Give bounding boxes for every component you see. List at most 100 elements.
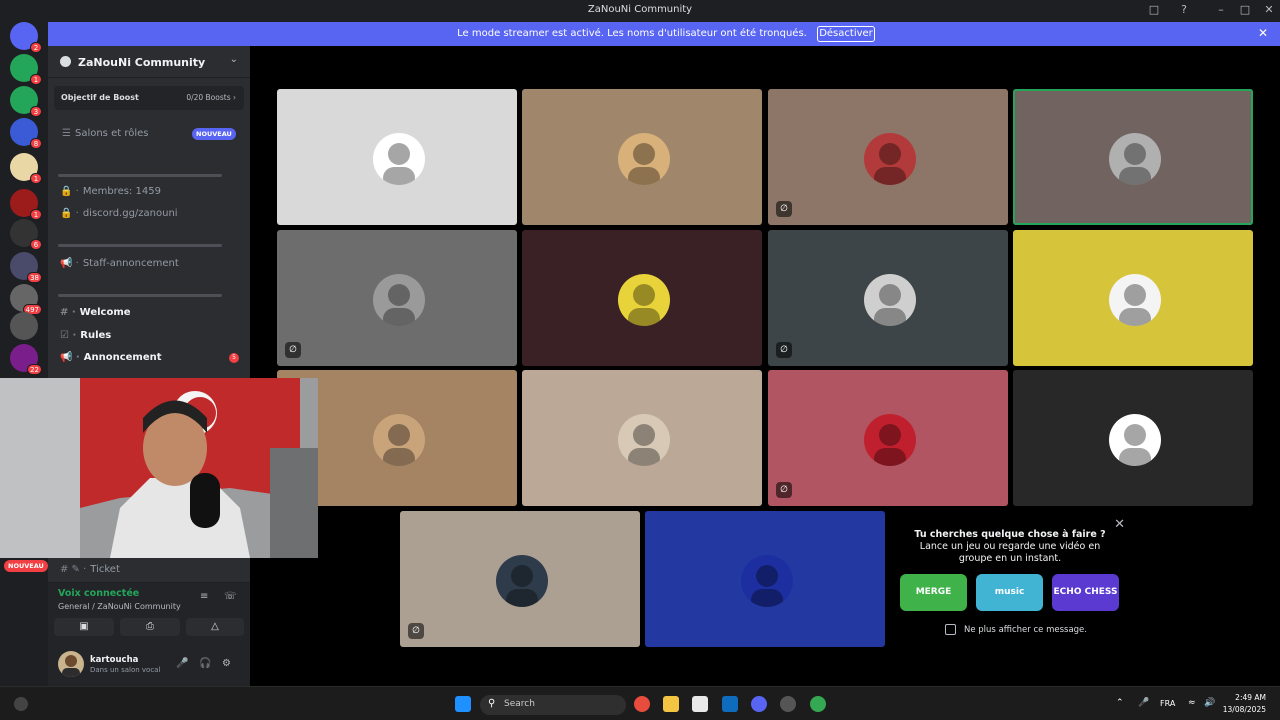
banner-close-icon[interactable]: ✕ — [1258, 26, 1268, 40]
file-explorer-icon[interactable] — [663, 696, 679, 712]
participant-tile[interactable] — [277, 89, 517, 225]
participant-avatar — [1109, 274, 1161, 326]
channel-announcement[interactable]: 📢 · Annoncement — [60, 352, 162, 363]
server-icon[interactable]: 1 — [10, 189, 42, 220]
microphone-icon[interactable]: 🎤 — [1138, 698, 1149, 708]
date: 13/08/2025 — [1222, 705, 1266, 714]
chevron-up-icon[interactable]: ⌃ — [1116, 698, 1124, 708]
server-icon[interactable]: 38 — [10, 252, 42, 283]
wifi-icon[interactable]: ≈ — [1188, 698, 1196, 708]
activity-card-music[interactable]: music — [976, 574, 1043, 611]
participant-avatar — [496, 555, 548, 607]
webcam-overlay — [0, 378, 318, 558]
server-icon[interactable]: 6 — [10, 219, 42, 250]
participant-tile[interactable] — [522, 370, 762, 506]
outlook-icon[interactable] — [722, 696, 738, 712]
participant-tile[interactable]: ∅ — [768, 89, 1008, 225]
server-badge: 1 — [30, 74, 42, 85]
volume-icon[interactable]: 🔊 — [1204, 698, 1215, 708]
activity-line1: Tu cherches quelque chose à faire ? — [914, 529, 1106, 540]
participant-tile[interactable] — [522, 89, 762, 225]
search-icon: ⚲ — [488, 698, 496, 709]
microphone-icon[interactable]: 🎤 — [176, 658, 188, 669]
boost-goal[interactable]: Objectif de Boost 0/20 Boosts › — [54, 86, 244, 110]
language-indicator[interactable]: FRA — [1160, 699, 1175, 708]
avatar[interactable] — [58, 651, 84, 677]
minimize-button[interactable]: – — [1213, 3, 1229, 16]
app-icon[interactable] — [780, 696, 796, 712]
inbox-icon[interactable]: □ — [1146, 3, 1162, 16]
taskbar-search[interactable]: ⚲ Search — [480, 695, 626, 715]
participant-avatar — [373, 274, 425, 326]
chevron-down-icon[interactable]: ⌄ — [230, 54, 238, 65]
taskbar-clock[interactable]: 2:49 AM 13/08/2025 — [1223, 692, 1266, 716]
disconnect-icon[interactable]: ☏ — [224, 591, 237, 602]
server-icon[interactable]: 8 — [10, 118, 42, 149]
server-badge: 6 — [30, 239, 42, 250]
participant-avatar — [618, 414, 670, 466]
close-button[interactable]: ✕ — [1261, 3, 1277, 16]
channel-rules[interactable]: ☑ · Rules — [60, 330, 111, 341]
channel-invite[interactable]: 🔒 · discord.gg/zanouni — [60, 208, 178, 219]
participant-tile[interactable] — [1013, 370, 1253, 506]
channels-roles-item[interactable]: ☰ Salons et rôles — [62, 128, 148, 139]
activity-card-echo-chess[interactable]: ECHO CHESS — [1052, 574, 1119, 611]
chrome-alt-icon[interactable] — [810, 696, 826, 712]
server-icon[interactable]: 3 — [10, 86, 42, 117]
share-screen-button[interactable]: ⎙ — [120, 618, 180, 636]
participant-tile[interactable] — [522, 230, 762, 366]
chrome-icon[interactable] — [634, 696, 650, 712]
participant-tile[interactable]: ∅ — [768, 370, 1008, 506]
participant-tile[interactable]: ∅ — [768, 230, 1008, 366]
server-logo-icon — [60, 56, 71, 67]
server-icon[interactable]: 22 — [10, 344, 42, 375]
participant-tile[interactable]: ∅ — [277, 230, 517, 366]
megaphone-icon: 📢 · — [60, 352, 80, 363]
start-icon[interactable] — [455, 696, 471, 712]
welcome-label: Welcome — [79, 307, 131, 318]
store-icon[interactable] — [692, 696, 708, 712]
voice-stage: ∅ ∅ ∅ ∅ ∅ ✕ Tu cherches quelque chose à fair… — [250, 46, 1280, 686]
activity-line2: Lance un jeu ou regarde une vidéo en gro… — [919, 541, 1101, 564]
voice-activity-icon[interactable]: ≡ — [200, 591, 208, 602]
channel-sidebar: ZaNouNi Community ⌄ Objectif de Boost 0/… — [48, 46, 250, 686]
headphones-icon[interactable]: 🎧 — [199, 658, 211, 669]
server-icon[interactable] — [10, 312, 38, 340]
new-badge: NOUVEAU — [192, 128, 236, 140]
camera-off-button[interactable]: ▣ — [54, 618, 114, 636]
participant-tile[interactable]: ∅ — [400, 511, 640, 647]
announcement-label: Annoncement — [83, 352, 162, 363]
ticket-label: Ticket — [90, 564, 120, 575]
server-badge: 3 — [30, 106, 42, 117]
voice-connection-panel: Voix connectée General / ZaNouNi Communi… — [48, 582, 250, 646]
participant-tile[interactable] — [1013, 89, 1253, 225]
channel-staff-announcement[interactable]: 📢 · Staff-annoncement — [60, 258, 179, 269]
server-icon[interactable]: 1 — [10, 54, 42, 85]
server-icon[interactable]: 497 — [10, 284, 42, 315]
help-icon[interactable]: ? — [1176, 3, 1192, 16]
widgets-icon[interactable] — [14, 697, 28, 711]
lock-icon: 🔒 · — [60, 186, 79, 197]
deactivate-streamer-button[interactable]: Désactiver — [817, 26, 875, 42]
discord-icon[interactable] — [751, 696, 767, 712]
maximize-button[interactable]: □ — [1237, 3, 1253, 16]
gear-icon[interactable]: ⚙ — [222, 658, 231, 669]
mic-off-icon: ∅ — [285, 342, 301, 358]
server-icon[interactable]: 1 — [10, 153, 42, 184]
channel-ticket[interactable]: # ✎ · Ticket — [60, 564, 120, 575]
title-bar: ZaNouNi Community □ ? – □ ✕ — [0, 0, 1280, 22]
server-header[interactable]: ZaNouNi Community ⌄ — [48, 46, 250, 78]
activity-card-merge[interactable]: MERGE — [900, 574, 967, 611]
channel-welcome[interactable]: # · Welcome — [60, 307, 131, 318]
direct-messages-icon[interactable]: 2 — [10, 22, 42, 53]
channel-members[interactable]: 🔒 · Membres: 1459 — [60, 186, 161, 197]
activities-button[interactable]: △ — [186, 618, 244, 636]
lock-icon: 🔒 · — [60, 208, 79, 219]
participant-tile[interactable] — [645, 511, 885, 647]
dont-show-checkbox[interactable] — [945, 624, 956, 635]
divider — [58, 294, 222, 297]
windows-taskbar: ⚲ Search ⌃ 🎤 FRA ≈ 🔊 2:49 AM 13/08/2025 — [0, 686, 1280, 720]
username: kartoucha — [90, 655, 139, 665]
voice-location[interactable]: General / ZaNouNi Community — [58, 602, 181, 611]
participant-tile[interactable] — [1013, 230, 1253, 366]
